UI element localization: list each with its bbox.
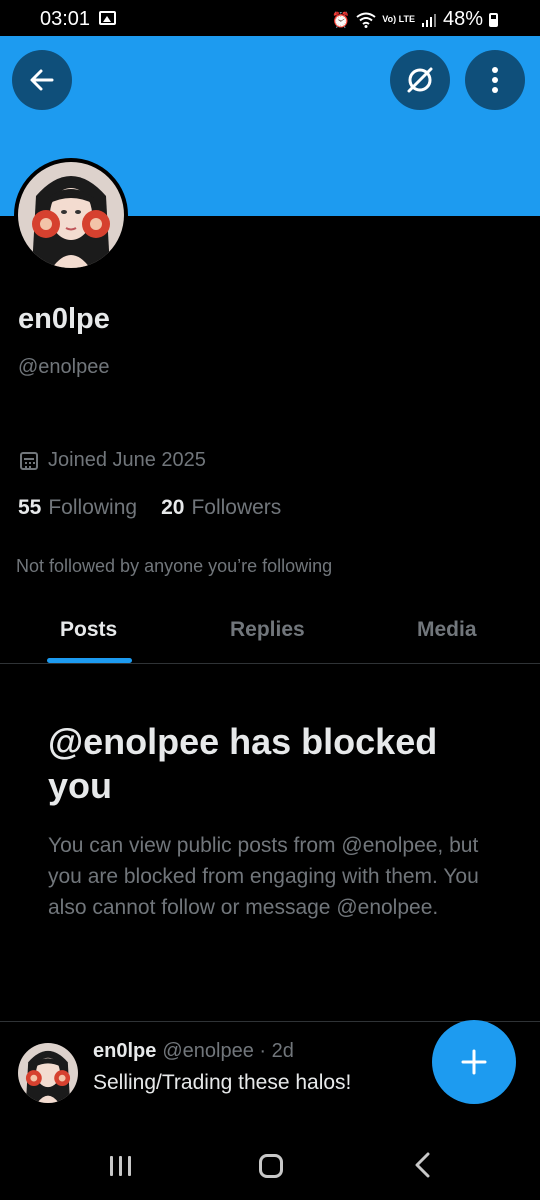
post-text[interactable]: Selling/Trading these halos! — [93, 1071, 351, 1095]
gallery-icon — [99, 11, 116, 25]
back-arrow-icon — [30, 69, 54, 91]
following-count: 55 — [18, 496, 42, 519]
plus-icon — [461, 1049, 487, 1075]
display-name: en0lpe — [18, 303, 110, 335]
joined-date-row: Joined June 2025 — [20, 449, 206, 472]
compose-button[interactable] — [432, 1020, 516, 1104]
following-label: Following — [48, 496, 138, 519]
more-options-button[interactable] — [465, 50, 525, 110]
alarm-icon: ⏰ — [331, 11, 351, 29]
system-back-icon[interactable] — [412, 1152, 432, 1178]
not-followed-note: Not followed by anyone you’re following — [16, 556, 333, 576]
recents-button[interactable] — [110, 1156, 131, 1176]
post-header: en0lpe @enolpee · 2d — [93, 1040, 294, 1063]
profile-handle: @enolpee — [18, 356, 110, 378]
system-nav-bar — [0, 1130, 540, 1200]
battery-percent: 48% — [442, 8, 483, 30]
following-link[interactable]: 55 Following — [18, 496, 137, 520]
profile-tabs: Posts Replies Media — [0, 600, 540, 664]
blocked-title: @enolpee has blocked you — [48, 721, 438, 806]
wifi-icon — [356, 12, 376, 28]
status-right-group: ⏰ Vo) LTE 48% — [332, 8, 498, 31]
post-author-handle: @enolpee — [162, 1040, 254, 1062]
avatar-image — [18, 1043, 78, 1103]
avatar-image — [18, 162, 124, 268]
follow-stats: 55 Following 20 Followers — [18, 496, 281, 520]
grok-icon — [407, 67, 433, 93]
joined-date: Joined June 2025 — [48, 449, 206, 471]
network-type: Vo) LTE — [382, 14, 415, 24]
signal-icon — [421, 13, 436, 27]
profile-avatar[interactable] — [14, 158, 128, 272]
post-author-name[interactable]: en0lpe — [93, 1040, 156, 1062]
battery-icon — [489, 12, 498, 27]
more-vertical-icon — [492, 67, 498, 93]
active-tab-indicator — [47, 658, 132, 663]
status-bar: 03:01 ⏰ Vo) LTE 48% — [0, 0, 540, 36]
tab-replies[interactable]: Replies — [230, 618, 305, 642]
followers-count: 20 — [161, 496, 185, 519]
home-button[interactable] — [259, 1154, 283, 1178]
post-avatar[interactable] — [18, 1043, 78, 1103]
tab-posts[interactable]: Posts — [60, 618, 117, 642]
calendar-icon — [20, 451, 38, 470]
post-time: · 2d — [259, 1040, 294, 1062]
followers-label: Followers — [191, 496, 282, 519]
followers-link[interactable]: 20 Followers — [161, 496, 281, 520]
grok-button[interactable] — [390, 50, 450, 110]
blocked-description: You can view public posts from @enolpee,… — [48, 834, 479, 919]
status-time: 03:01 — [40, 8, 91, 30]
tab-media[interactable]: Media — [417, 618, 477, 642]
back-button[interactable] — [12, 50, 72, 110]
